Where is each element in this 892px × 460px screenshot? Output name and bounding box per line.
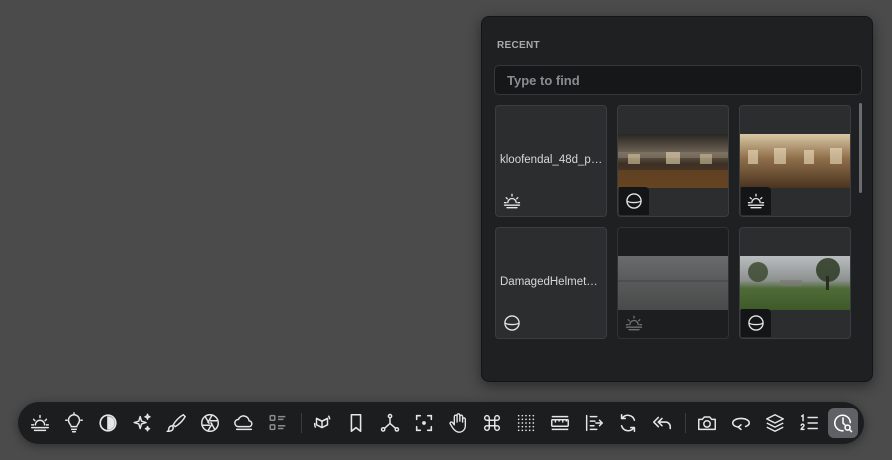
camera-icon[interactable] bbox=[692, 408, 722, 438]
environment-card[interactable] bbox=[617, 227, 729, 339]
toolbar-divider bbox=[685, 413, 686, 433]
viewport: RECENT kloofendal_48d_partly_cloudy_pure… bbox=[0, 0, 892, 460]
recent-search-icon[interactable] bbox=[828, 408, 858, 438]
orbit-icon[interactable] bbox=[726, 408, 756, 438]
toolbar-divider bbox=[301, 413, 302, 433]
sphere-icon bbox=[619, 187, 649, 215]
card-label: kloofendal_48d_partly_cloudy_puresky bbox=[500, 154, 603, 166]
layers-icon[interactable] bbox=[760, 408, 790, 438]
environment-card[interactable] bbox=[739, 227, 851, 339]
panorama-thumbnail bbox=[740, 134, 850, 188]
card-label: DamagedHelmet_environment bbox=[500, 276, 603, 288]
grid-dots-icon[interactable] bbox=[511, 408, 541, 438]
sunrise-icon bbox=[497, 187, 527, 215]
bookmark-icon[interactable] bbox=[341, 408, 371, 438]
export-list-icon[interactable] bbox=[579, 408, 609, 438]
search-input[interactable] bbox=[494, 65, 862, 95]
panorama-thumbnail bbox=[740, 256, 850, 310]
numbered-list-icon[interactable] bbox=[794, 408, 824, 438]
environment-card[interactable]: DamagedHelmet_environment bbox=[495, 227, 607, 339]
sphere-icon bbox=[741, 309, 771, 337]
graph-nodes-icon[interactable] bbox=[375, 408, 405, 438]
cloud-icon[interactable] bbox=[229, 408, 259, 438]
undo-icon[interactable] bbox=[647, 408, 677, 438]
environment-card[interactable]: kloofendal_48d_partly_cloudy_puresky bbox=[495, 105, 607, 217]
sparkles-icon[interactable] bbox=[127, 408, 157, 438]
focus-frame-icon[interactable] bbox=[409, 408, 439, 438]
hand-icon[interactable] bbox=[443, 408, 473, 438]
brush-icon[interactable] bbox=[161, 408, 191, 438]
environment-grid: kloofendal_48d_partly_cloudy_puresky bbox=[495, 105, 855, 341]
environment-card[interactable] bbox=[739, 105, 851, 217]
sunrise-icon bbox=[741, 187, 771, 215]
bottom-toolbar bbox=[18, 402, 864, 444]
scrollbar[interactable] bbox=[859, 103, 862, 193]
sunrise-icon bbox=[619, 309, 649, 337]
environment-card[interactable] bbox=[617, 105, 729, 217]
aperture-icon[interactable] bbox=[195, 408, 225, 438]
environment-panel: RECENT kloofendal_48d_partly_cloudy_pure… bbox=[481, 16, 873, 382]
list-icon[interactable] bbox=[263, 408, 293, 438]
sphere-icon bbox=[497, 309, 527, 337]
sunrise-icon[interactable] bbox=[25, 408, 55, 438]
light-bulb-icon[interactable] bbox=[59, 408, 89, 438]
panorama-thumbnail bbox=[618, 134, 728, 188]
ruler-icon[interactable] bbox=[545, 408, 575, 438]
panorama-thumbnail bbox=[618, 256, 728, 310]
command-icon[interactable] bbox=[477, 408, 507, 438]
rotate-cube-icon[interactable] bbox=[307, 408, 337, 438]
contrast-icon[interactable] bbox=[93, 408, 123, 438]
refresh-icon[interactable] bbox=[613, 408, 643, 438]
recent-heading: RECENT bbox=[497, 40, 540, 51]
